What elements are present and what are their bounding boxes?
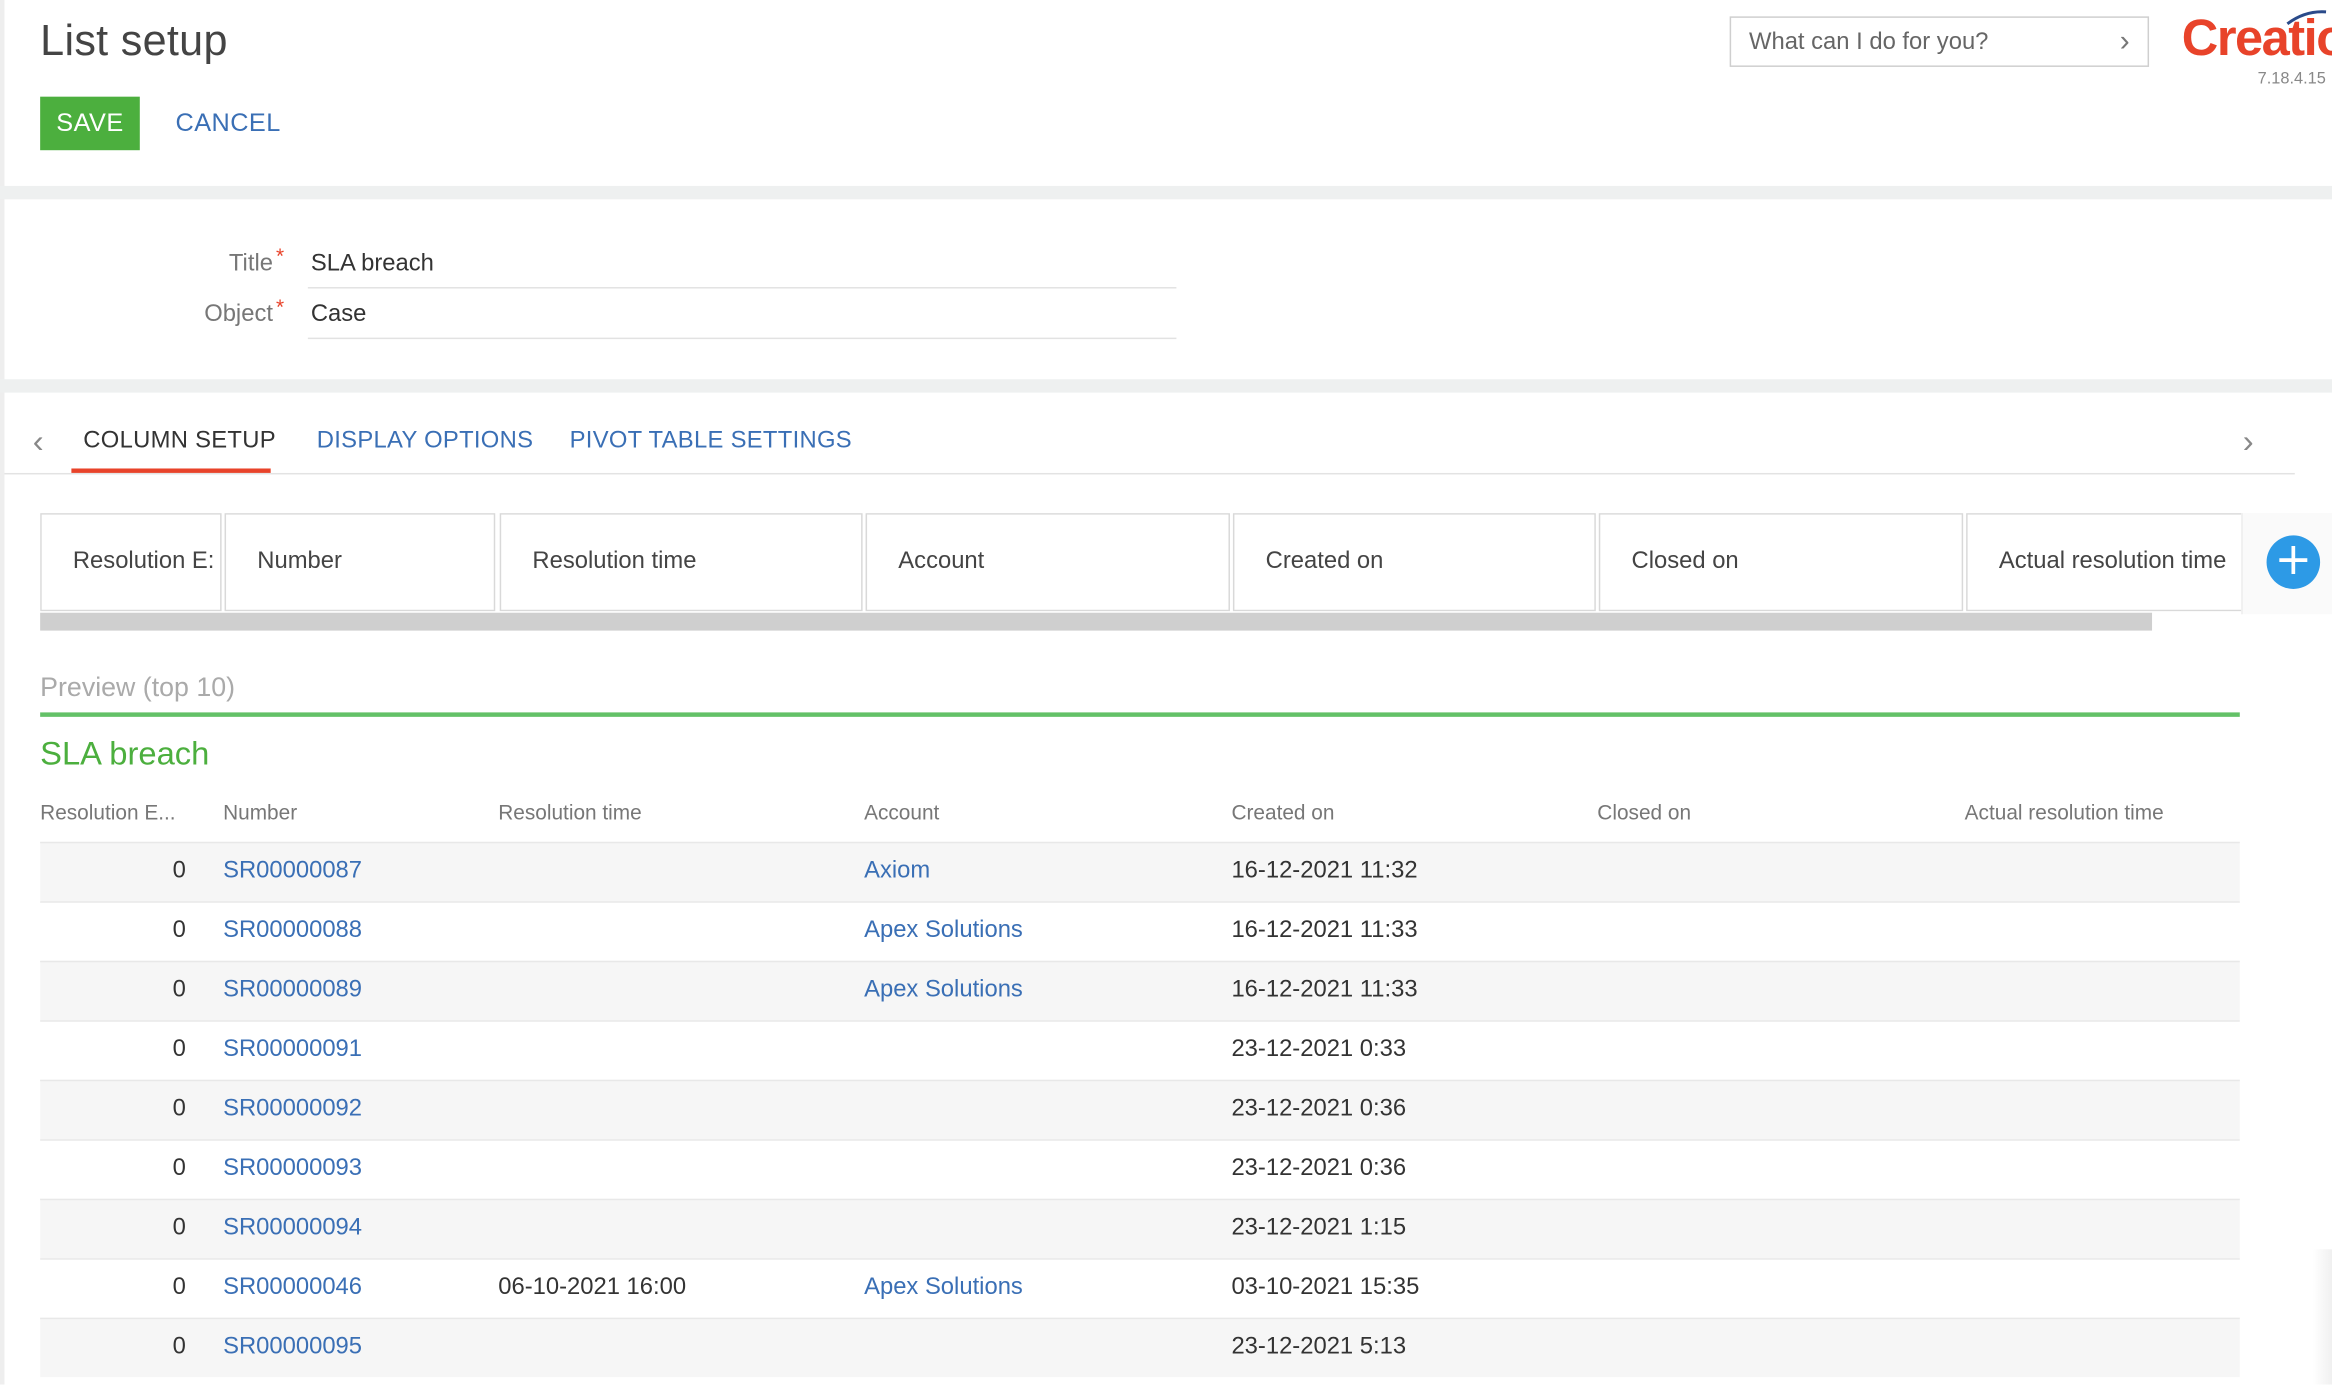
column-card-account[interactable]: Account xyxy=(865,513,1230,612)
table-row[interactable]: 0 SR00000089 Apex Solutions 16-12-2021 1… xyxy=(40,960,2240,1021)
table-row[interactable]: 0 SR00000094 23-12-2021 1:15 xyxy=(40,1198,2240,1259)
cell-number-link[interactable]: SR00000091 xyxy=(223,1037,362,1064)
column-setup-area: Resolution E: Number Resolution time Acc… xyxy=(40,513,2242,612)
table-row[interactable]: 0 SR00000095 23-12-2021 5:13 xyxy=(40,1317,2240,1378)
command-line[interactable]: › xyxy=(1729,16,2150,67)
object-field-label: Object * xyxy=(204,294,285,328)
required-mark: * xyxy=(275,294,285,319)
cell-account-link[interactable]: Apex Solutions xyxy=(864,1275,1023,1302)
preview-divider xyxy=(40,712,2240,717)
tabs-scroll-right-icon[interactable]: › xyxy=(2243,425,2254,458)
cell-resolution-e: 0 xyxy=(172,977,186,1003)
page-edge-shadow xyxy=(2312,1249,2332,1385)
cell-created-on: 16-12-2021 11:33 xyxy=(1231,977,1418,1003)
list-setup-page: List setup SAVE CANCEL › Creatio 7.18.4.… xyxy=(0,0,2332,1385)
cell-created-on: 23-12-2021 0:36 xyxy=(1231,1155,1407,1181)
section-divider xyxy=(0,379,2332,393)
cell-created-on: 23-12-2021 1:15 xyxy=(1231,1215,1407,1241)
tab-display-options[interactable]: DISPLAY OPTIONS xyxy=(317,428,533,455)
grid-header-resolution-time[interactable]: Resolution time xyxy=(498,800,642,824)
table-row[interactable]: 0 SR00000087 Axiom 16-12-2021 11:32 xyxy=(40,841,2240,902)
grid-header-created-on[interactable]: Created on xyxy=(1231,800,1334,824)
horizontal-scrollbar[interactable] xyxy=(40,612,2153,631)
column-card-closed-on[interactable]: Closed on xyxy=(1598,513,1964,612)
object-field[interactable]: Case xyxy=(311,302,367,329)
cancel-button[interactable]: CANCEL xyxy=(175,109,280,139)
tab-column-setup[interactable]: COLUMN SETUP xyxy=(83,428,276,455)
grid-header-number[interactable]: Number xyxy=(223,800,297,824)
cell-created-on: 23-12-2021 0:33 xyxy=(1231,1036,1407,1062)
cell-number-link[interactable]: SR00000092 xyxy=(223,1096,362,1123)
cell-created-on: 23-12-2021 0:36 xyxy=(1231,1096,1407,1122)
cell-account-link[interactable]: Axiom xyxy=(864,858,930,885)
cell-resolution-e: 0 xyxy=(172,1215,186,1241)
table-row[interactable]: 0 SR00000092 23-12-2021 0:36 xyxy=(40,1079,2240,1140)
title-field-underline xyxy=(307,287,1177,289)
column-card-resolution-time[interactable]: Resolution time xyxy=(499,513,863,612)
cell-resolution-e: 0 xyxy=(172,858,186,884)
cell-number-link[interactable]: SR00000093 xyxy=(223,1156,362,1183)
cell-number-link[interactable]: SR00000095 xyxy=(223,1334,362,1361)
cell-created-on: 16-12-2021 11:32 xyxy=(1231,858,1418,884)
cell-number-link[interactable]: SR00000088 xyxy=(223,918,362,945)
version-label: 7.18.4.15 xyxy=(2257,69,2326,88)
title-field-label: Title * xyxy=(228,243,285,277)
cell-created-on: 03-10-2021 15:35 xyxy=(1231,1274,1420,1300)
column-card-number[interactable]: Number xyxy=(224,513,496,612)
save-button[interactable]: SAVE xyxy=(40,96,140,151)
logo-swoosh-icon xyxy=(2286,10,2327,25)
cell-resolution-time: 06-10-2021 16:00 xyxy=(498,1274,687,1300)
cell-account-link[interactable]: Apex Solutions xyxy=(864,977,1023,1004)
section-divider xyxy=(0,185,2332,200)
tabs-divider xyxy=(4,472,2295,475)
grid-header-actual-resolution-time[interactable]: Actual resolution time xyxy=(1965,800,2164,824)
tabs-scroll-left-icon[interactable]: ‹ xyxy=(33,425,44,458)
cell-resolution-e: 0 xyxy=(172,1036,186,1062)
table-row[interactable]: 0 SR00000046 06-10-2021 16:00 Apex Solut… xyxy=(40,1258,2240,1317)
command-line-input[interactable] xyxy=(1748,26,2099,60)
cell-number-link[interactable]: SR00000087 xyxy=(223,858,362,885)
cell-created-on: 23-12-2021 5:13 xyxy=(1231,1334,1407,1360)
cell-resolution-e: 0 xyxy=(172,1274,186,1300)
left-edge-rule xyxy=(0,0,5,1385)
grid-title: SLA breach xyxy=(40,734,210,772)
cell-resolution-e: 0 xyxy=(172,1155,186,1181)
cell-created-on: 16-12-2021 11:33 xyxy=(1231,917,1418,943)
cell-account-link[interactable]: Apex Solutions xyxy=(864,918,1023,945)
column-card-created-on[interactable]: Created on xyxy=(1232,513,1596,612)
cell-resolution-e: 0 xyxy=(172,1334,186,1360)
column-card-resolution-e[interactable]: Resolution E: xyxy=(40,513,222,612)
table-row[interactable]: 0 SR00000093 23-12-2021 0:36 xyxy=(40,1139,2240,1198)
page-title: List setup xyxy=(40,17,228,66)
grid-header-account[interactable]: Account xyxy=(864,800,939,824)
cell-resolution-e: 0 xyxy=(172,1096,186,1122)
required-mark: * xyxy=(275,243,285,268)
column-card-actual-resolution-time[interactable]: Actual resolution time xyxy=(1966,513,2242,612)
cell-number-link[interactable]: SR00000094 xyxy=(223,1215,362,1242)
cell-number-link[interactable]: SR00000046 xyxy=(223,1275,362,1302)
object-field-underline xyxy=(307,337,1177,340)
table-row[interactable]: 0 SR00000091 23-12-2021 0:33 xyxy=(40,1020,2240,1079)
cell-resolution-e: 0 xyxy=(172,917,186,943)
title-field[interactable]: SLA breach xyxy=(311,251,434,278)
grid-header-resolution-e[interactable]: Resolution E... xyxy=(40,800,175,824)
cell-number-link[interactable]: SR00000089 xyxy=(223,977,362,1004)
add-column-button[interactable]: + xyxy=(2266,535,2321,589)
tab-pivot-table-settings[interactable]: PIVOT TABLE SETTINGS xyxy=(570,428,852,455)
preview-caption: Preview (top 10) xyxy=(40,672,236,702)
chevron-right-icon[interactable]: › xyxy=(2120,27,2130,57)
grid-header-closed-on[interactable]: Closed on xyxy=(1597,800,1691,824)
table-row[interactable]: 0 SR00000088 Apex Solutions 16-12-2021 1… xyxy=(40,901,2240,960)
